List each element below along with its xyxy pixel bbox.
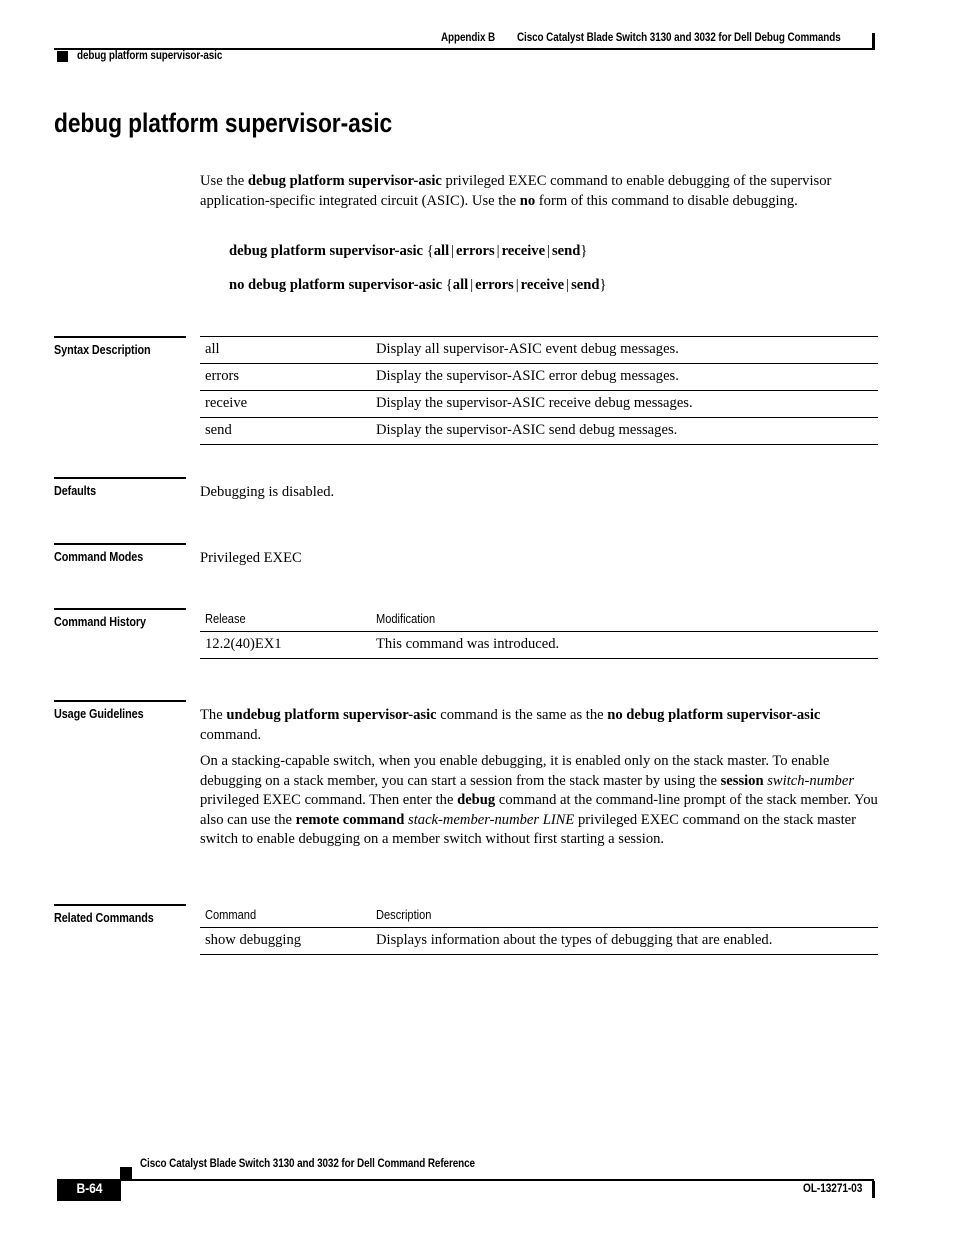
footer-marker-square [120, 1167, 132, 1179]
syntax-option-receive: receive [501, 243, 546, 259]
related-commands-header-description: Description [371, 904, 878, 928]
syntax-separator: | [496, 243, 500, 259]
usage-remote-command-keyword: remote command [295, 811, 405, 828]
command-history-table: Release Modification 12.2(40)EX1 This co… [200, 608, 878, 659]
related-command-name: show debugging [205, 932, 302, 948]
command-history-release-value: 12.2(40)EX1 [205, 636, 282, 652]
syntax-option-all: all [433, 243, 450, 259]
related-commands-header-command: Command [200, 904, 371, 928]
header-text: Description [376, 908, 432, 922]
related-command-description: Displays information about the types of … [376, 932, 773, 948]
usage-p1-part-1: The [200, 707, 227, 723]
header-appendix-label: Appendix B [441, 32, 496, 44]
intro-text-part-3: form of this command to disable debuggin… [535, 192, 798, 209]
usage-guidelines-paragraph-1: The undebug platform supervisor-asic com… [200, 706, 878, 745]
page-title: debug platform supervisor-asic [54, 108, 393, 138]
syntax-line-positive: debug platform supervisor-asic {all | erro… [229, 243, 587, 260]
footer-edge-tick [872, 1181, 875, 1198]
usage-p2-part-2: privileged EXEC command. Then enter the [200, 792, 458, 809]
intro-command-name: debug platform supervisor-asic [247, 173, 442, 189]
syntax-term-send: send [205, 422, 232, 438]
footer-document-title: Cisco Catalyst Blade Switch 3130 and 303… [140, 1158, 475, 1170]
syntax-close-brace: } [599, 277, 607, 293]
syntax-close-brace: } [580, 243, 588, 259]
command-modes-text: Privileged EXEC [200, 550, 302, 566]
syntax-separator: | [451, 243, 455, 259]
usage-guidelines-paragraph-2: On a stacking-capable switch, when you e… [200, 752, 878, 850]
table-row: show debugging Displays information abou… [200, 928, 878, 955]
running-head-marker-square [57, 51, 68, 62]
related-commands-table: Command Description show debugging Displ… [200, 904, 878, 955]
running-head-text: debug platform supervisor-asic [77, 50, 223, 62]
header-edge-tick [872, 33, 875, 50]
footer-rule [120, 1179, 874, 1181]
intro-text-part-1: Use the [200, 173, 248, 189]
command-history-header-modification: Modification [371, 608, 878, 632]
syntax-option-send: send [571, 277, 600, 293]
header-document-title: Cisco Catalyst Blade Switch 3130 and 303… [517, 32, 841, 44]
syntax-option-all: all [452, 277, 469, 293]
intro-paragraph: Use the debug platform supervisor-asic p… [200, 172, 878, 211]
section-label-related-commands: Related Commands [54, 911, 154, 925]
footer-page-number-text: B-64 [76, 1181, 102, 1196]
syntax-line-negative: no debug platform supervisor-asic {all | e… [229, 277, 606, 294]
table-header-row: Release Modification [200, 608, 878, 632]
syntax-option-receive: receive [520, 277, 565, 293]
syntax-command-no: no debug platform supervisor-asic [229, 277, 443, 293]
syntax-desc-all: Display all supervisor-ASIC event debug … [376, 341, 679, 357]
syntax-option-errors: errors [475, 277, 514, 293]
syntax-term-all: all [205, 341, 220, 357]
syntax-option-errors: errors [456, 243, 495, 259]
usage-p1-part-3: command. [200, 726, 262, 743]
page-footer: Cisco Catalyst Blade Switch 3130 and 303… [0, 1148, 954, 1208]
header-text: Release [205, 612, 246, 626]
usage-undebug-command: undebug platform supervisor-asic [226, 707, 437, 723]
table-row: send Display the supervisor-ASIC send de… [200, 418, 878, 445]
table-row: all Display all supervisor-ASIC event de… [200, 336, 878, 364]
section-label-defaults: Defaults [54, 484, 97, 498]
footer-document-number: OL-13271-03 [744, 1183, 866, 1195]
table-row: 12.2(40)EX1 This command was introduced. [200, 632, 878, 659]
header-text: Command [205, 908, 257, 922]
syntax-option-send: send [552, 243, 581, 259]
table-header-row: Command Description [200, 904, 878, 928]
syntax-description-table: all Display all supervisor-ASIC event de… [200, 336, 878, 445]
usage-session-keyword: session [720, 772, 764, 789]
syntax-separator: | [515, 277, 519, 293]
syntax-desc-errors: Display the supervisor-ASIC error debug … [376, 368, 679, 384]
footer-document-number-text: OL-13271-03 [802, 1183, 862, 1195]
usage-switch-number-arg: switch-number [767, 772, 854, 789]
usage-p1-part-2: command is the same as the [436, 707, 608, 723]
command-history-rule [54, 608, 186, 610]
table-row: errors Display the supervisor-ASIC error… [200, 364, 878, 391]
syntax-open-brace: { [445, 277, 453, 293]
command-history-modification-value: This command was introduced. [376, 636, 560, 652]
syntax-description-rule [54, 336, 186, 338]
footer-page-number: B-64 [57, 1181, 121, 1196]
related-commands-rule [54, 904, 186, 906]
section-label-command-history: Command History [54, 615, 146, 629]
command-history-header-release: Release [200, 608, 371, 632]
command-modes-rule [54, 543, 186, 545]
syntax-desc-receive: Display the supervisor-ASIC receive debu… [376, 395, 693, 411]
syntax-separator: | [547, 243, 550, 259]
header-text: Modification [376, 612, 436, 626]
syntax-term-errors: errors [205, 368, 240, 384]
defaults-rule [54, 477, 186, 479]
table-row: receive Display the supervisor-ASIC rece… [200, 391, 878, 418]
usage-debug-keyword: debug [457, 792, 496, 809]
usage-guidelines-rule [54, 700, 186, 702]
section-label-syntax-description: Syntax Description [54, 343, 151, 357]
usage-stack-member-number-arg: stack-member-number LINE [408, 811, 575, 828]
defaults-text: Debugging is disabled. [200, 484, 335, 500]
page-header: Appendix B Cisco Catalyst Blade Switch 3… [0, 0, 954, 80]
usage-no-debug-command: no debug platform supervisor-asic [607, 707, 821, 723]
section-label-command-modes: Command Modes [54, 550, 144, 564]
section-label-usage-guidelines: Usage Guidelines [54, 707, 144, 721]
intro-no-keyword: no [519, 192, 536, 209]
syntax-term-receive: receive [205, 395, 248, 411]
syntax-open-brace: { [426, 243, 434, 259]
syntax-desc-send: Display the supervisor-ASIC send debug m… [376, 422, 678, 438]
syntax-command: debug platform supervisor-asic [229, 243, 424, 259]
